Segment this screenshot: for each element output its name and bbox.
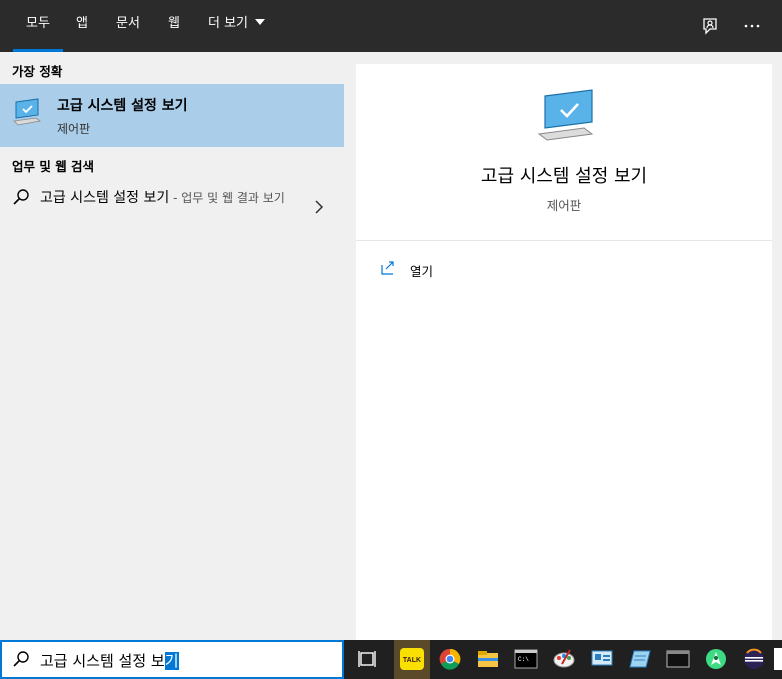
search-icon — [13, 189, 29, 205]
chrome-icon[interactable] — [432, 640, 468, 679]
caret-down-icon — [255, 19, 266, 25]
tab-apps[interactable]: 앱 — [76, 0, 88, 52]
best-match-item[interactable]: 고급 시스템 설정 보기 제어판 — [0, 84, 344, 147]
best-match-subtitle: 제어판 — [57, 122, 91, 136]
tab-label: 더 보기 — [208, 16, 249, 31]
task-view-icon[interactable] — [350, 640, 386, 679]
preview-panel: 고급 시스템 설정 보기 제어판 열기 — [356, 64, 772, 640]
tab-label: 앱 — [76, 16, 88, 31]
notepad-app-icon[interactable] — [622, 640, 658, 679]
best-match-header: 가장 정확 — [12, 64, 63, 79]
tab-documents[interactable]: 문서 — [116, 0, 140, 52]
eclipse-icon[interactable] — [736, 640, 772, 679]
open-icon — [381, 261, 394, 275]
open-action-label: 열기 — [410, 264, 434, 279]
tab-label: 모두 — [26, 16, 50, 31]
file-explorer-icon[interactable] — [470, 640, 506, 679]
web-search-hint: - 업무 및 웹 결과 보기 — [169, 191, 285, 205]
search-icon — [13, 651, 29, 667]
web-search-item[interactable]: 고급 시스템 설정 보기 - 업무 및 웹 결과 보기 — [0, 184, 344, 234]
divider — [356, 240, 772, 241]
best-match-title: 고급 시스템 설정 보기 — [57, 98, 188, 114]
computer-monitor-icon — [13, 98, 41, 126]
taskbar: TALK C:\ — [344, 640, 782, 679]
kakaotalk-icon[interactable]: TALK — [394, 640, 430, 679]
tab-all[interactable]: 모두 — [13, 0, 63, 52]
tab-web[interactable]: 웹 — [168, 0, 180, 52]
search-query-selection: 기 — [164, 652, 179, 670]
notes-app-icon[interactable] — [772, 640, 782, 679]
kakaotalk-label: TALK — [403, 657, 421, 664]
paint-app-icon[interactable] — [546, 640, 582, 679]
computer-monitor-icon — [537, 89, 594, 141]
console-app-icon[interactable] — [660, 640, 696, 679]
preview-subtitle: 제어판 — [546, 198, 582, 213]
tab-more[interactable]: 더 보기 — [208, 0, 266, 52]
web-search-query: 고급 시스템 설정 보기 — [40, 190, 170, 206]
tab-label: 웹 — [168, 16, 180, 31]
remote-desktop-icon[interactable] — [584, 640, 620, 679]
web-search-text: 고급 시스템 설정 보기 - 업무 및 웹 결과 보기 — [40, 188, 290, 209]
web-search-header: 업무 및 웹 검색 — [12, 159, 95, 174]
search-box[interactable]: 고급 시스템 설정 보기 — [0, 640, 344, 679]
results-panel: 가장 정확 고급 시스템 설정 보기 제어판 업무 및 웹 검색 고급 시스템 … — [0, 52, 344, 640]
tab-label: 문서 — [116, 16, 140, 31]
search-query-text: 고급 시스템 설정 보 — [40, 652, 165, 670]
more-options-icon[interactable] — [740, 14, 764, 38]
top-filter-bar: 모두 앱 문서 웹 더 보기 — [0, 0, 782, 52]
android-studio-icon[interactable] — [698, 640, 734, 679]
chevron-right-icon[interactable] — [314, 199, 324, 215]
preview-title: 고급 시스템 설정 보기 — [480, 166, 648, 187]
terminal-icon[interactable]: C:\ — [508, 640, 544, 679]
svg-text:C:\: C:\ — [518, 656, 529, 663]
feedback-icon[interactable] — [698, 14, 722, 38]
search-input[interactable]: 고급 시스템 설정 보기 — [40, 650, 179, 671]
